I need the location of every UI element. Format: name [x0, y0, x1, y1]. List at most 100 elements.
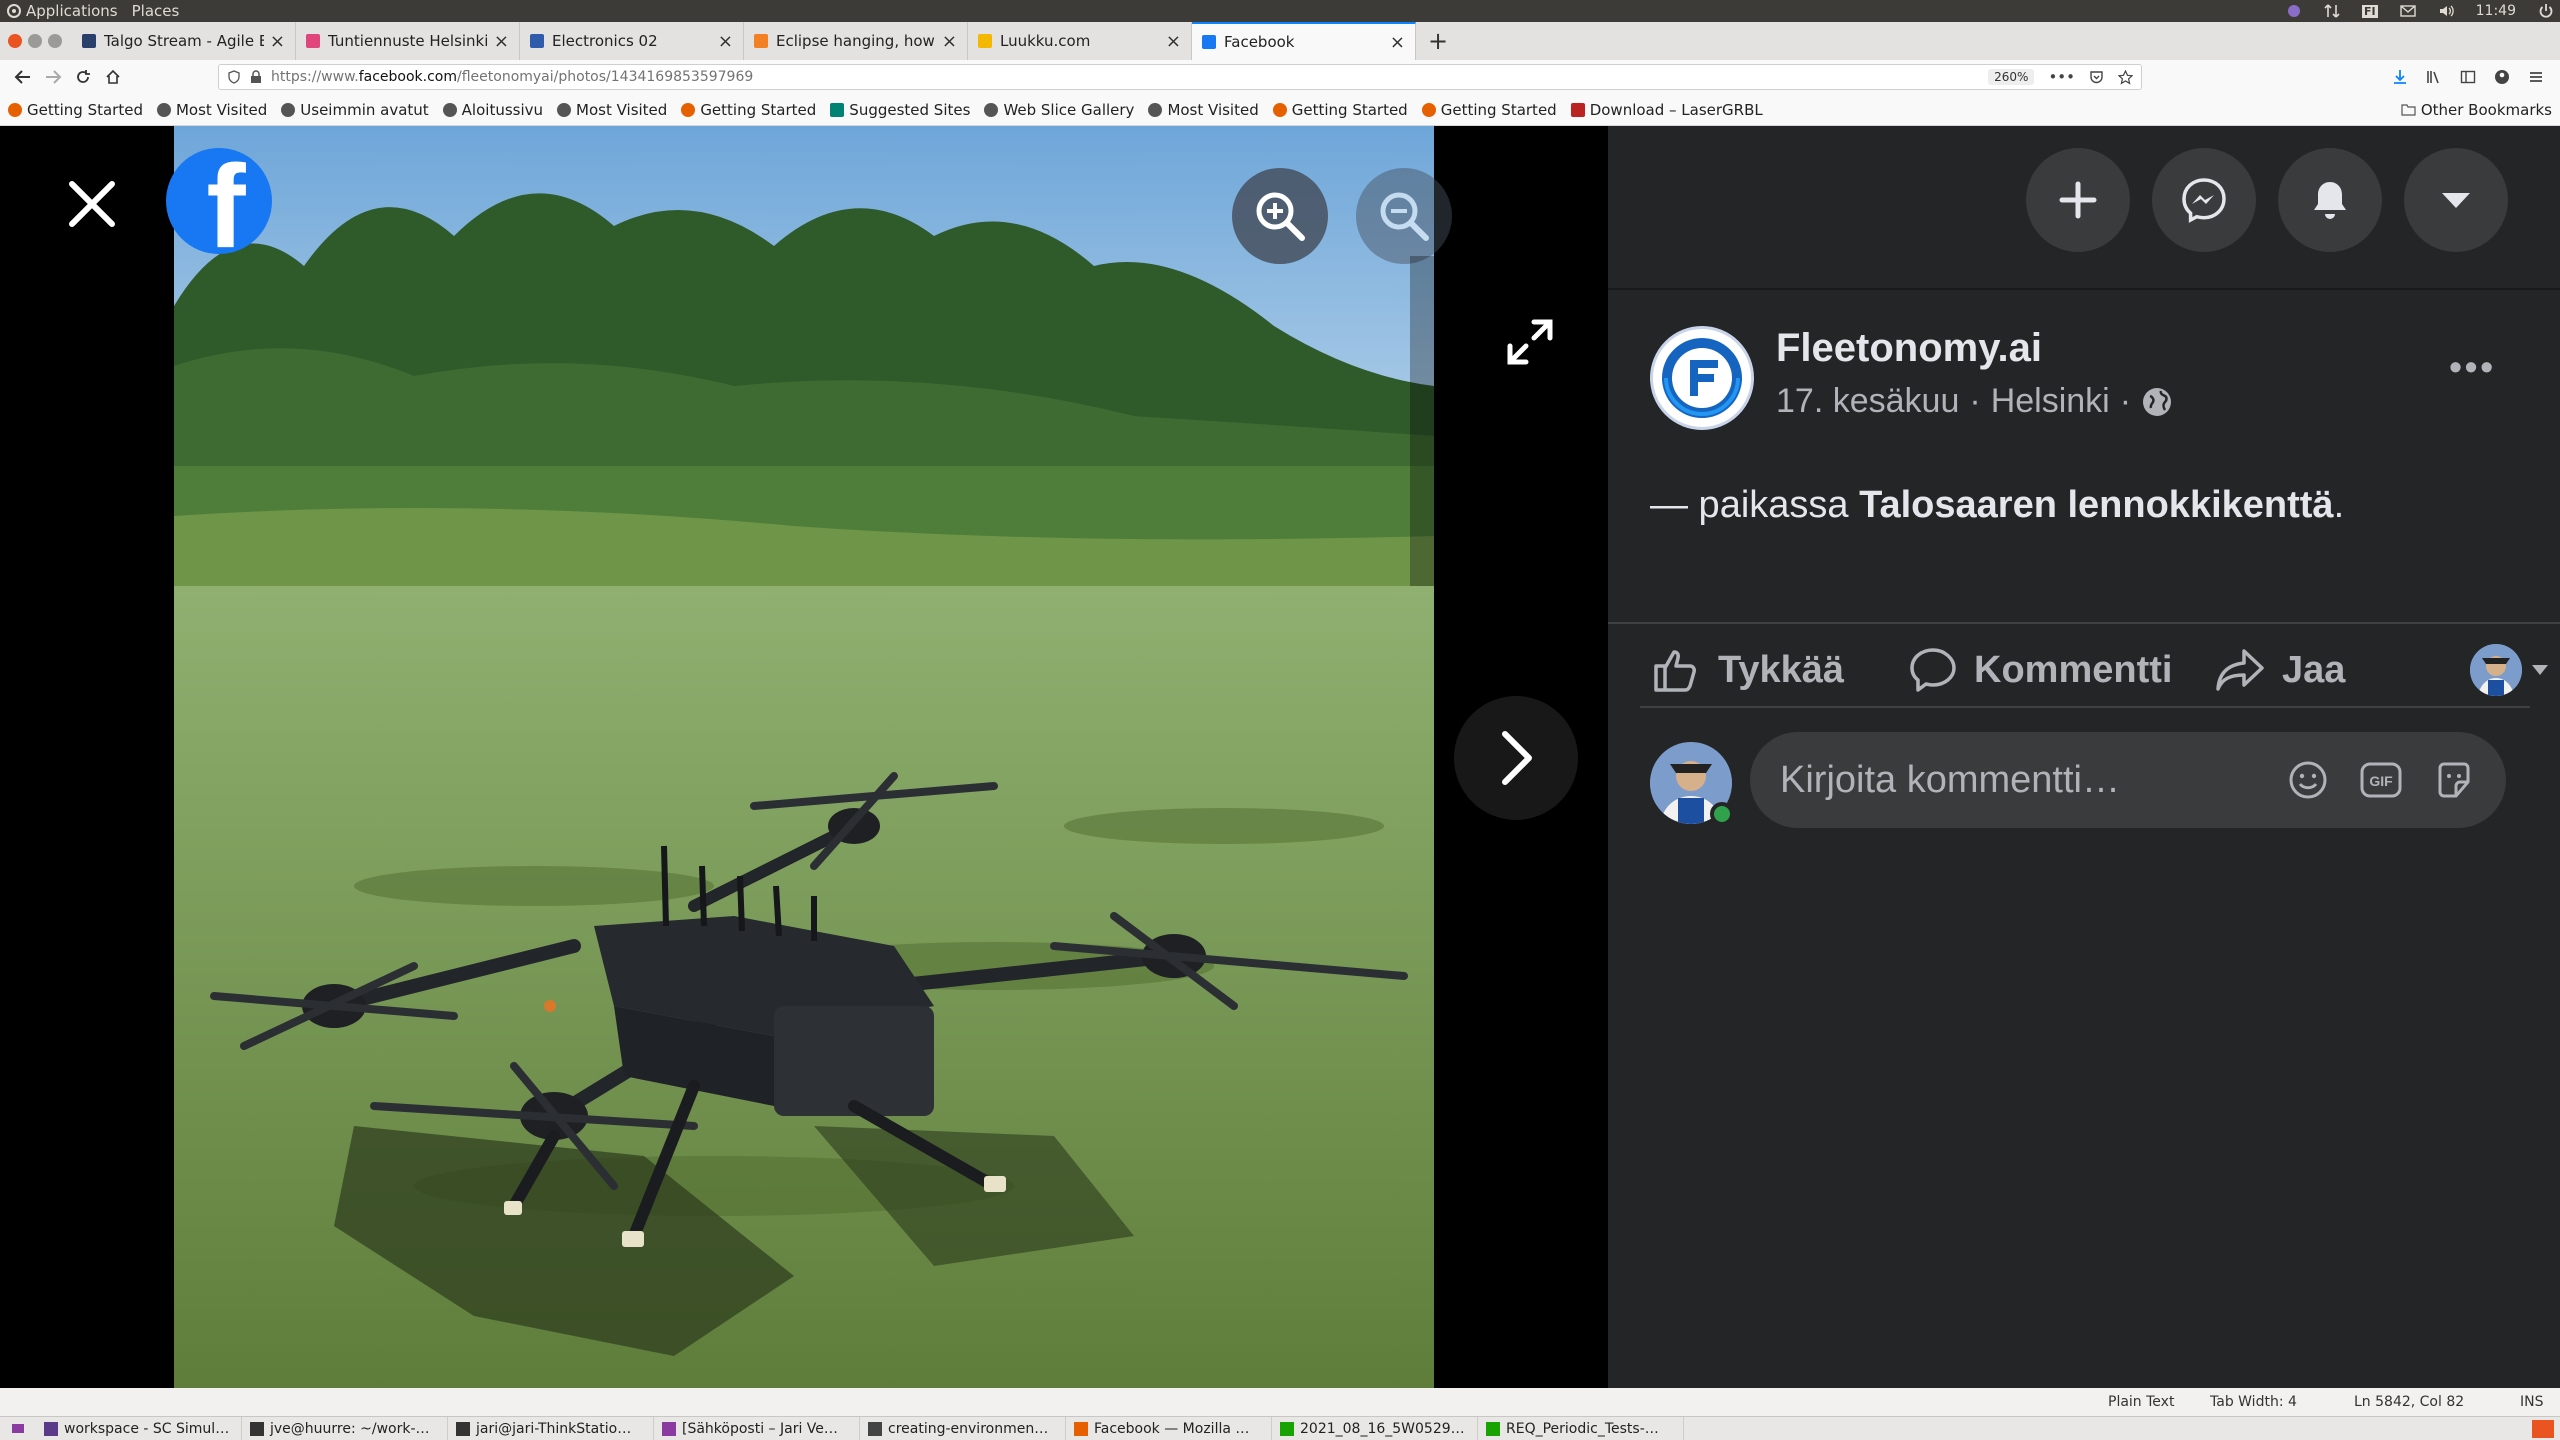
messenger-button[interactable]: [2152, 148, 2256, 252]
close-viewer-button[interactable]: [62, 174, 122, 234]
forward-button[interactable]: [38, 62, 68, 92]
tab-close-icon[interactable]: ×: [718, 31, 733, 52]
reload-button[interactable]: [68, 62, 98, 92]
facebook-logo[interactable]: f: [166, 148, 272, 254]
browser-tab[interactable]: Eclipse hanging, how to ×: [744, 22, 968, 60]
chat-status-icon[interactable]: [2286, 3, 2302, 19]
bookmark-item[interactable]: Aloitussivu: [442, 101, 543, 119]
other-bookmarks-folder[interactable]: Other Bookmarks: [2401, 101, 2552, 119]
caption-place-link[interactable]: Talosaaren lennokkikenttä: [1859, 484, 2333, 526]
account-menu-button[interactable]: [2404, 148, 2508, 252]
browser-tab[interactable]: Tuntiennuste Helsinki - ×: [296, 22, 520, 60]
taskbar-window-button[interactable]: creating-environmen…: [860, 1416, 1066, 1440]
new-tab-button[interactable]: +: [1416, 22, 1460, 60]
library-icon[interactable]: [2426, 69, 2442, 85]
taskbar-window-button[interactable]: jve@huurre: ~/work-…: [242, 1416, 448, 1440]
notifications-button[interactable]: [2278, 148, 2382, 252]
window-maximize-button[interactable]: [48, 34, 62, 48]
browser-tab[interactable]: Talgo Stream - Agile Bo ×: [72, 22, 296, 60]
tab-close-icon[interactable]: ×: [270, 31, 285, 52]
create-button[interactable]: [2026, 148, 2130, 252]
page-avatar[interactable]: [1650, 326, 1754, 430]
window-minimize-button[interactable]: [28, 34, 42, 48]
mail-icon[interactable]: [2399, 3, 2416, 19]
user-avatar-image: [2470, 644, 2522, 696]
window-close-button[interactable]: [8, 34, 22, 48]
like-button[interactable]: Tykkää: [1650, 644, 1844, 696]
window-app-icon: [1074, 1421, 1088, 1436]
tracking-protection-icon[interactable]: [227, 70, 241, 84]
bookmark-item[interactable]: Download – LaserGRBL: [1570, 101, 1763, 119]
taskbar-window-button[interactable]: 2021_08_16_5W0529…: [1272, 1416, 1478, 1440]
cursor-position[interactable]: Ln 5842, Col 82: [2354, 1394, 2464, 1410]
browser-tab[interactable]: Electronics 02 ×: [520, 22, 744, 60]
tab-close-icon[interactable]: ×: [1390, 32, 1405, 53]
tab-close-icon[interactable]: ×: [494, 31, 509, 52]
browser-tab[interactable]: Luukku.com ×: [968, 22, 1192, 60]
taskbar-window-button[interactable]: Facebook — Mozilla …: [1066, 1416, 1272, 1440]
taskbar-window-button[interactable]: REQ_Periodic_Tests-…: [1478, 1416, 1684, 1440]
bookmark-item[interactable]: Useimmin avatut: [281, 101, 429, 119]
show-desktop-button[interactable]: [0, 1417, 36, 1440]
pocket-icon[interactable]: [2089, 70, 2104, 85]
home-button[interactable]: [98, 62, 128, 92]
zoom-out-button[interactable]: [1356, 168, 1452, 264]
lock-icon[interactable]: [249, 70, 263, 84]
post-location-link[interactable]: Helsinki: [1991, 382, 2110, 421]
bookmark-item[interactable]: Getting Started: [1272, 101, 1408, 119]
post-date-link[interactable]: 17. kesäkuu: [1776, 382, 1959, 421]
tab-close-icon[interactable]: ×: [942, 31, 957, 52]
page-actions-icon[interactable]: •••: [2048, 68, 2075, 86]
bookmark-item[interactable]: Getting Started: [681, 101, 816, 119]
next-photo-button[interactable]: [1454, 696, 1578, 820]
post-as-selector[interactable]: [2470, 644, 2550, 696]
bookmark-star-icon[interactable]: [2118, 69, 2133, 85]
back-button[interactable]: [8, 62, 38, 92]
sidebar-icon[interactable]: [2460, 69, 2476, 85]
current-user-avatar[interactable]: [1650, 742, 1734, 826]
globe-icon[interactable]: [2141, 386, 2173, 418]
post-options-button[interactable]: •••: [2449, 346, 2496, 388]
caret-down-icon: [2442, 193, 2470, 208]
trash-applet[interactable]: [2532, 1419, 2554, 1438]
comment-input[interactable]: Kirjoita kommentti… GIF: [1750, 732, 2506, 828]
taskbar-window-button[interactable]: workspace - SC Simul…: [36, 1416, 242, 1440]
gif-icon[interactable]: GIF: [2358, 758, 2404, 802]
hamburger-menu-icon[interactable]: [2528, 69, 2544, 85]
bookmark-item[interactable]: Most Visited: [156, 101, 267, 119]
sticker-icon[interactable]: [2432, 758, 2476, 802]
power-icon[interactable]: [2538, 3, 2554, 19]
zoom-in-button[interactable]: [1232, 168, 1328, 264]
fullscreen-button[interactable]: [1502, 314, 1558, 370]
volume-icon[interactable]: [2438, 3, 2454, 19]
comment-button[interactable]: Kommentti: [1908, 645, 2172, 695]
taskbar-window-button[interactable]: jari@jari-ThinkStatio…: [448, 1416, 654, 1440]
clock[interactable]: 11:49: [2476, 3, 2516, 19]
tab-close-icon[interactable]: ×: [1166, 31, 1181, 52]
bookmark-item[interactable]: Suggested Sites: [830, 101, 970, 119]
network-icon[interactable]: [2324, 3, 2340, 19]
mini-avatar: [2470, 644, 2522, 696]
tab-width-selector[interactable]: Tab Width: 4: [2210, 1394, 2297, 1410]
language-selector[interactable]: Plain Text: [2108, 1394, 2174, 1410]
url-bar[interactable]: https://www. facebook.com/fleetonomyai/ph…: [218, 64, 2142, 90]
share-button[interactable]: Jaa: [2214, 645, 2345, 695]
bookmark-item[interactable]: Most Visited: [1148, 101, 1259, 119]
zoom-level-button[interactable]: 260%: [1988, 69, 2035, 85]
page-name-link[interactable]: Fleetonomy.ai: [1776, 326, 2042, 371]
comment-input-tools: GIF: [2286, 758, 2476, 802]
bookmark-item[interactable]: Getting Started: [1421, 101, 1557, 119]
share-label: Jaa: [2282, 648, 2346, 691]
taskbar-window-button[interactable]: [Sähköposti – Jari Ve…: [654, 1416, 860, 1440]
bookmark-item[interactable]: Most Visited: [557, 101, 667, 119]
bookmark-item[interactable]: Web Slice Gallery: [984, 101, 1134, 119]
places-menu[interactable]: Places: [132, 2, 180, 20]
downloads-icon[interactable]: [2392, 69, 2408, 85]
emoji-icon[interactable]: [2286, 758, 2330, 802]
keyboard-layout-indicator[interactable]: FI: [2362, 4, 2378, 18]
bookmark-item[interactable]: Getting Started: [8, 101, 143, 119]
account-icon[interactable]: [2494, 69, 2510, 85]
browser-tab[interactable]: Facebook ×: [1192, 22, 1416, 60]
applications-menu[interactable]: Applications: [6, 2, 118, 20]
drone-photo[interactable]: [174, 126, 1434, 1388]
